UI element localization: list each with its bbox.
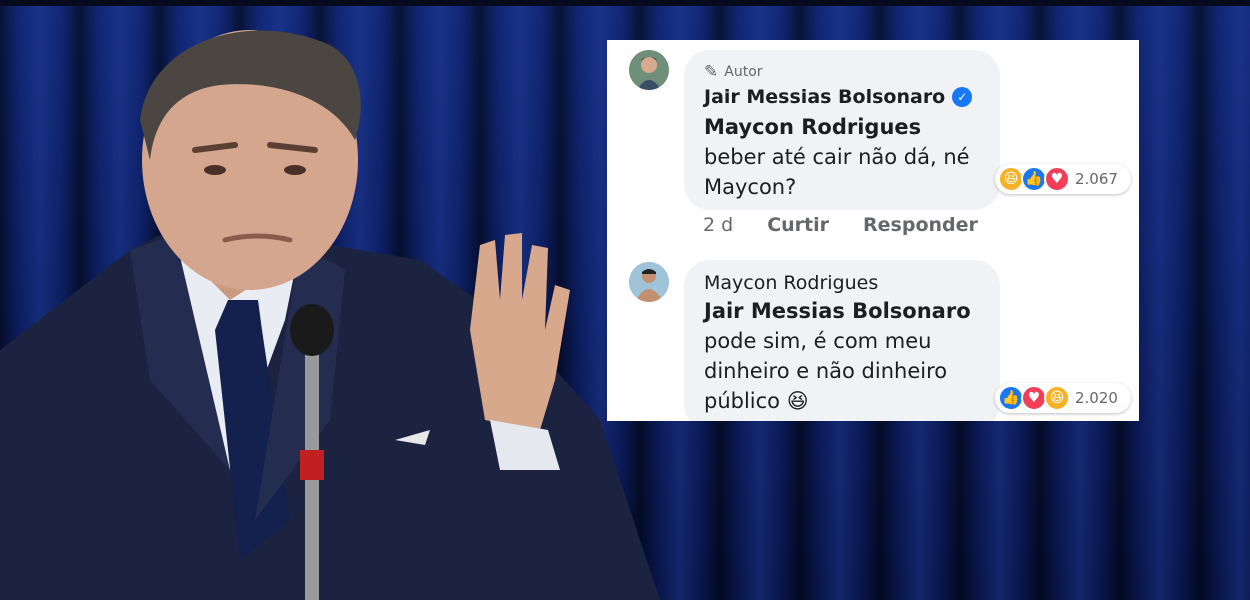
comment-bubble: ✎ Autor Jair Messias Bolsonaro ✓ Maycon … <box>684 50 1000 210</box>
comment-body: beber até cair não dá, né Maycon? <box>704 145 970 199</box>
commenter-name[interactable]: Maycon Rodrigues <box>704 272 982 294</box>
laughing-emoji: 😆 <box>786 389 809 413</box>
comment-actions: 2 d Curtir Responder <box>703 214 978 236</box>
pencil-icon: ✎ <box>704 62 719 82</box>
avatar[interactable] <box>629 262 669 302</box>
comment-bubble: Maycon Rodrigues Jair Messias Bolsonaro … <box>684 260 1000 421</box>
comment-card: ✎ Autor Jair Messias Bolsonaro ✓ Maycon … <box>607 40 1139 421</box>
like-button[interactable]: Curtir <box>767 214 829 236</box>
comment-text: Jair Messias Bolsonaro pode sim, é com m… <box>704 296 982 416</box>
commenter-name-text[interactable]: Jair Messias Bolsonaro <box>704 86 945 108</box>
reactions-summary[interactable]: 😆 👍 ♥ 2.067 <box>995 164 1131 194</box>
reactions-summary[interactable]: 👍 ♥ 😆 2.020 <box>995 383 1131 413</box>
author-badge-label: Autor <box>724 64 763 80</box>
reply-button[interactable]: Responder <box>863 214 978 236</box>
speaker-photo <box>0 30 660 600</box>
mention-link[interactable]: Maycon Rodrigues <box>704 115 921 139</box>
mention-link[interactable]: Jair Messias Bolsonaro <box>704 296 982 326</box>
reaction-count: 2.020 <box>1075 389 1118 407</box>
reaction-count: 2.067 <box>1075 170 1118 188</box>
haha-icon: 😆 <box>1044 385 1070 411</box>
commenter-name[interactable]: Jair Messias Bolsonaro ✓ <box>704 86 982 108</box>
comment-body: pode sim, é com meu dinheiro e não dinhe… <box>704 329 948 413</box>
comment-timestamp[interactable]: 2 d <box>703 214 733 236</box>
commenter-name-text[interactable]: Maycon Rodrigues <box>704 272 878 294</box>
love-icon: ♥ <box>1044 166 1070 192</box>
comment-text: Maycon Rodrigues beber até cair não dá, … <box>704 112 982 202</box>
verified-icon: ✓ <box>952 87 973 107</box>
author-badge: ✎ Autor <box>704 62 982 82</box>
avatar[interactable] <box>629 50 669 90</box>
